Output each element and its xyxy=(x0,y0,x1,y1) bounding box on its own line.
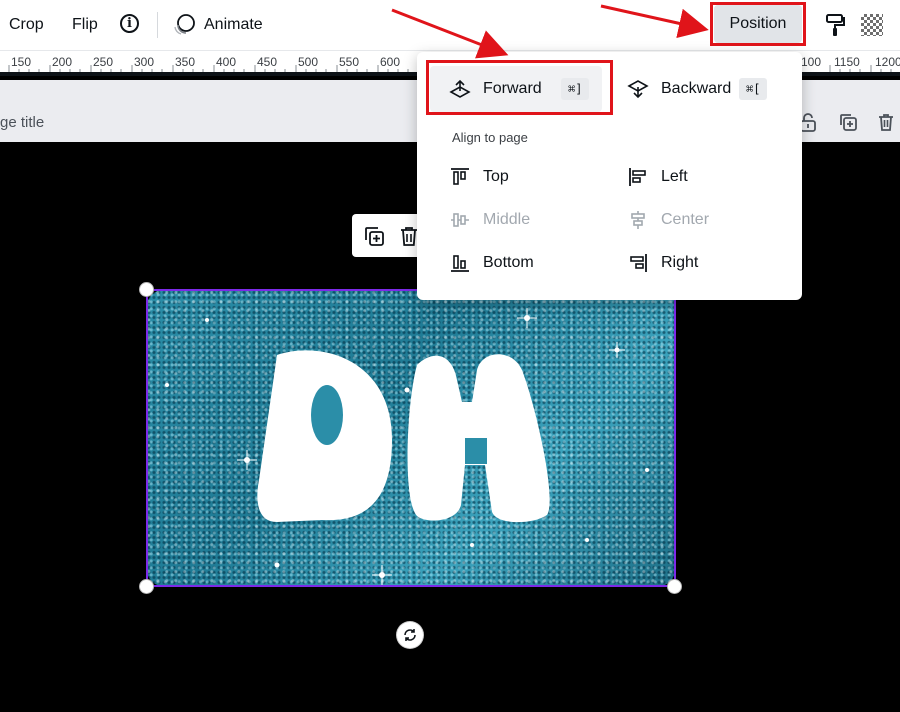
info-icon[interactable]: i xyxy=(120,14,139,33)
backward-label: Backward xyxy=(661,80,732,97)
ruler-number: 300 xyxy=(134,55,155,69)
resize-handle-top-left[interactable] xyxy=(140,283,153,296)
duplicate-icon[interactable] xyxy=(363,225,385,247)
animate-button[interactable]: Animate xyxy=(204,16,263,34)
align-bottom-icon xyxy=(451,255,469,272)
ruler-number: 1200 xyxy=(875,55,900,69)
position-dropdown: Forward ⌘] Backward ⌘[ Align to page Top… xyxy=(417,52,802,300)
ruler-number: 500 xyxy=(298,55,319,69)
duplicate-page-icon[interactable] xyxy=(838,112,858,132)
bring-forward-icon xyxy=(449,79,471,98)
delete-page-icon[interactable] xyxy=(876,112,896,132)
ruler-number: 550 xyxy=(339,55,360,69)
flip-button[interactable]: Flip xyxy=(72,16,98,34)
ruler-number: 400 xyxy=(216,55,237,69)
align-middle-icon xyxy=(451,213,469,227)
align-top-option[interactable]: Top xyxy=(449,166,509,188)
glitter-image[interactable]: DH xyxy=(147,290,675,586)
align-center-option: Center xyxy=(627,209,709,231)
ruler-number: 1150 xyxy=(834,55,860,69)
backward-shortcut: ⌘[ xyxy=(739,78,768,100)
dh-letters xyxy=(257,350,550,523)
align-top-label: Top xyxy=(483,168,509,185)
resize-handle-bottom-left[interactable] xyxy=(140,580,153,593)
ruler-number: 350 xyxy=(175,55,196,69)
align-right-label: Right xyxy=(661,254,699,271)
paint-roller-icon[interactable] xyxy=(826,13,846,37)
crop-button[interactable]: Crop xyxy=(9,16,44,34)
align-bottom-label: Bottom xyxy=(483,254,534,271)
forward-option[interactable]: Forward ⌘] xyxy=(449,78,590,100)
align-right-option[interactable]: Right xyxy=(627,252,698,274)
align-middle-option: Middle xyxy=(449,209,530,231)
toolbar-divider xyxy=(157,12,158,38)
align-right-icon xyxy=(630,254,647,272)
resize-handle-bottom-right[interactable] xyxy=(668,580,681,593)
ruler-number: 250 xyxy=(93,55,114,69)
page-title[interactable]: ge title xyxy=(0,114,44,131)
ruler-number: 150 xyxy=(11,55,32,69)
align-center-label: Center xyxy=(661,211,710,228)
editor-toolbar: Crop Flip i Animate Position xyxy=(0,0,900,50)
align-center-icon xyxy=(631,211,645,229)
rotate-handle[interactable] xyxy=(397,622,423,648)
ruler-number: 450 xyxy=(257,55,278,69)
send-backward-icon xyxy=(627,80,649,99)
ruler-number: 200 xyxy=(52,55,73,69)
position-button[interactable]: Position xyxy=(714,5,802,43)
align-left-option[interactable]: Left xyxy=(627,166,688,188)
ruler-number: 600 xyxy=(380,55,401,69)
animate-icon[interactable] xyxy=(172,13,196,37)
ruler-number: 100 xyxy=(801,55,822,69)
align-to-page-heading: Align to page xyxy=(452,130,528,145)
backward-option[interactable]: Backward ⌘[ xyxy=(627,78,768,100)
align-left-icon xyxy=(629,168,646,186)
align-left-label: Left xyxy=(661,168,688,185)
transparency-icon[interactable] xyxy=(861,14,883,36)
forward-shortcut: ⌘] xyxy=(561,78,590,100)
align-top-icon xyxy=(451,168,469,185)
rotate-icon xyxy=(404,629,416,641)
align-middle-label: Middle xyxy=(483,211,531,228)
align-bottom-option[interactable]: Bottom xyxy=(449,252,534,274)
forward-label: Forward xyxy=(483,80,542,97)
